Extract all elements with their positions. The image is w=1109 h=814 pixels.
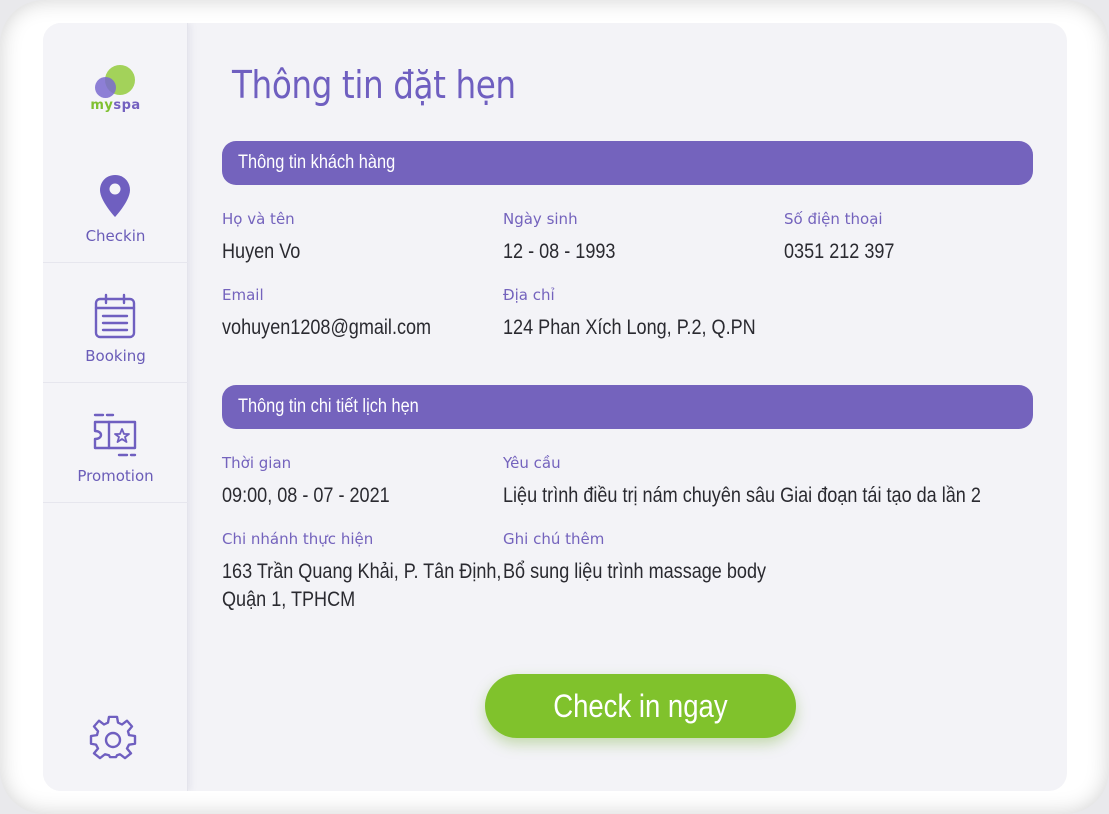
appointment-branch-label: Chi nhánh thực hiện [222, 530, 374, 548]
calendar-icon [93, 293, 137, 339]
customer-phone-field: Số điện thoại 0351 212 397 [784, 210, 912, 266]
customer-name-field: Họ và tên Huyen Vo [222, 210, 313, 266]
myspa-logo[interactable]: myspa [43, 23, 188, 143]
appointment-branch-field: Chi nhánh thực hiện 163 Trần Quang Khải,… [222, 530, 547, 614]
sidebar-item-booking[interactable]: Booking [43, 263, 188, 383]
appointment-note-label: Ghi chú thêm [503, 530, 605, 548]
ticket-star-icon [93, 413, 137, 459]
customer-email-field: Email vohuyen1208@gmail.com [222, 286, 465, 342]
sidebar-item-label: Checkin [85, 227, 146, 245]
customer-phone-value: 0351 212 397 [784, 240, 895, 263]
appointment-note-field: Ghi chú thêm Bổ sung liệu trình massage … [503, 530, 809, 586]
map-pin-icon [93, 173, 137, 219]
appointment-time-field: Thời gian 09:00, 08 - 07 - 2021 [222, 454, 417, 510]
customer-name-label: Họ và tên [222, 210, 295, 228]
device-frame: myspa Checkin Booking Promotion Thông ti… [0, 0, 1109, 814]
page-title: Thông tin đặt hẹn [232, 63, 516, 107]
customer-email-label: Email [222, 286, 264, 304]
customer-name-value: Huyen Vo [222, 240, 301, 263]
appointment-time-value: 09:00, 08 - 07 - 2021 [222, 484, 390, 507]
customer-address-value: 124 Phan Xích Long, P.2, Q.PN [503, 316, 756, 339]
customer-dob-field: Ngày sinh 12 - 08 - 1993 [503, 210, 634, 266]
customer-address-field: Địa chỉ 124 Phan Xích Long, P.2, Q.PN [503, 286, 797, 342]
customer-dob-value: 12 - 08 - 1993 [503, 240, 616, 263]
customer-dob-label: Ngày sinh [503, 210, 578, 228]
sidebar-item-label: Promotion [77, 467, 154, 485]
app-screen: myspa Checkin Booking Promotion Thông ti… [43, 23, 1067, 791]
customer-email-value: vohuyen1208@gmail.com [222, 316, 432, 339]
appointment-note-value: Bổ sung liệu trình massage body [503, 560, 767, 583]
logo-text: myspa [90, 98, 141, 113]
appointment-request-field: Yêu cầu Liệu trình điều trị nám chuyên s… [503, 454, 1059, 510]
appointment-branch-value-line1: 163 Trần Quang Khải, P. Tân Định, [222, 560, 502, 583]
appointment-time-label: Thời gian [222, 454, 292, 472]
appointment-request-value: Liệu trình điều trị nám chuyên sâu Giai … [503, 484, 981, 507]
sidebar-item-checkin[interactable]: Checkin [43, 143, 188, 263]
sidebar-item-label: Booking [85, 347, 146, 365]
main-content: Thông tin đặt hẹn Thông tin khách hàng H… [188, 23, 1067, 791]
sidebar: myspa Checkin Booking Promotion [43, 23, 188, 791]
gear-icon[interactable] [89, 715, 137, 763]
sidebar-item-promotion[interactable]: Promotion [43, 383, 188, 503]
customer-address-label: Địa chỉ [503, 286, 555, 304]
appointment-branch-value-line2: Quận 1, TPHCM [222, 588, 356, 611]
customer-phone-label: Số điện thoại [784, 210, 883, 228]
appointment-info-header: Thông tin chi tiết lịch hẹn [222, 385, 1033, 429]
appointment-request-label: Yêu cầu [503, 454, 561, 472]
check-in-now-button[interactable]: Check in ngay [485, 674, 796, 738]
customer-info-header: Thông tin khách hàng [222, 141, 1033, 185]
logo-circle-purple [95, 77, 116, 98]
